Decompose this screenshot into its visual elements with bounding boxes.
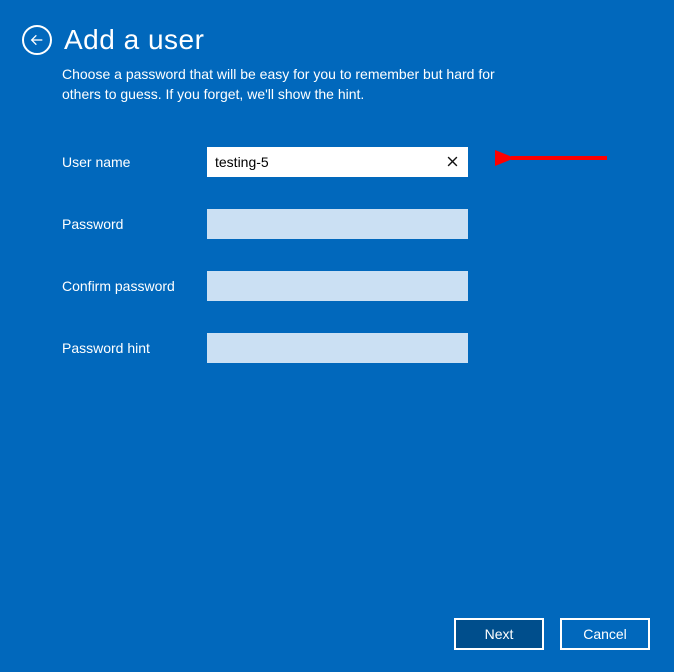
- confirm-password-row: Confirm password: [62, 271, 674, 301]
- page-title: Add a user: [64, 24, 204, 56]
- username-label: User name: [62, 154, 207, 170]
- add-user-form: User name Password Confirm password Pass…: [0, 147, 674, 363]
- arrow-left-icon: [29, 32, 45, 48]
- username-input-wrap: [207, 147, 468, 177]
- confirm-password-label: Confirm password: [62, 278, 207, 294]
- back-button[interactable]: [22, 25, 52, 55]
- close-icon: [445, 154, 460, 169]
- cancel-button[interactable]: Cancel: [560, 618, 650, 650]
- footer-buttons: Next Cancel: [454, 618, 650, 650]
- password-label: Password: [62, 216, 207, 232]
- password-row: Password: [62, 209, 674, 239]
- confirm-password-input[interactable]: [207, 271, 468, 301]
- page-subtitle: Choose a password that will be easy for …: [0, 60, 580, 105]
- password-input[interactable]: [207, 209, 468, 239]
- password-hint-input[interactable]: [207, 333, 468, 363]
- clear-username-button[interactable]: [438, 147, 466, 177]
- password-hint-row: Password hint: [62, 333, 674, 363]
- username-row: User name: [62, 147, 674, 177]
- next-button[interactable]: Next: [454, 618, 544, 650]
- password-hint-label: Password hint: [62, 340, 207, 356]
- username-input[interactable]: [207, 147, 468, 177]
